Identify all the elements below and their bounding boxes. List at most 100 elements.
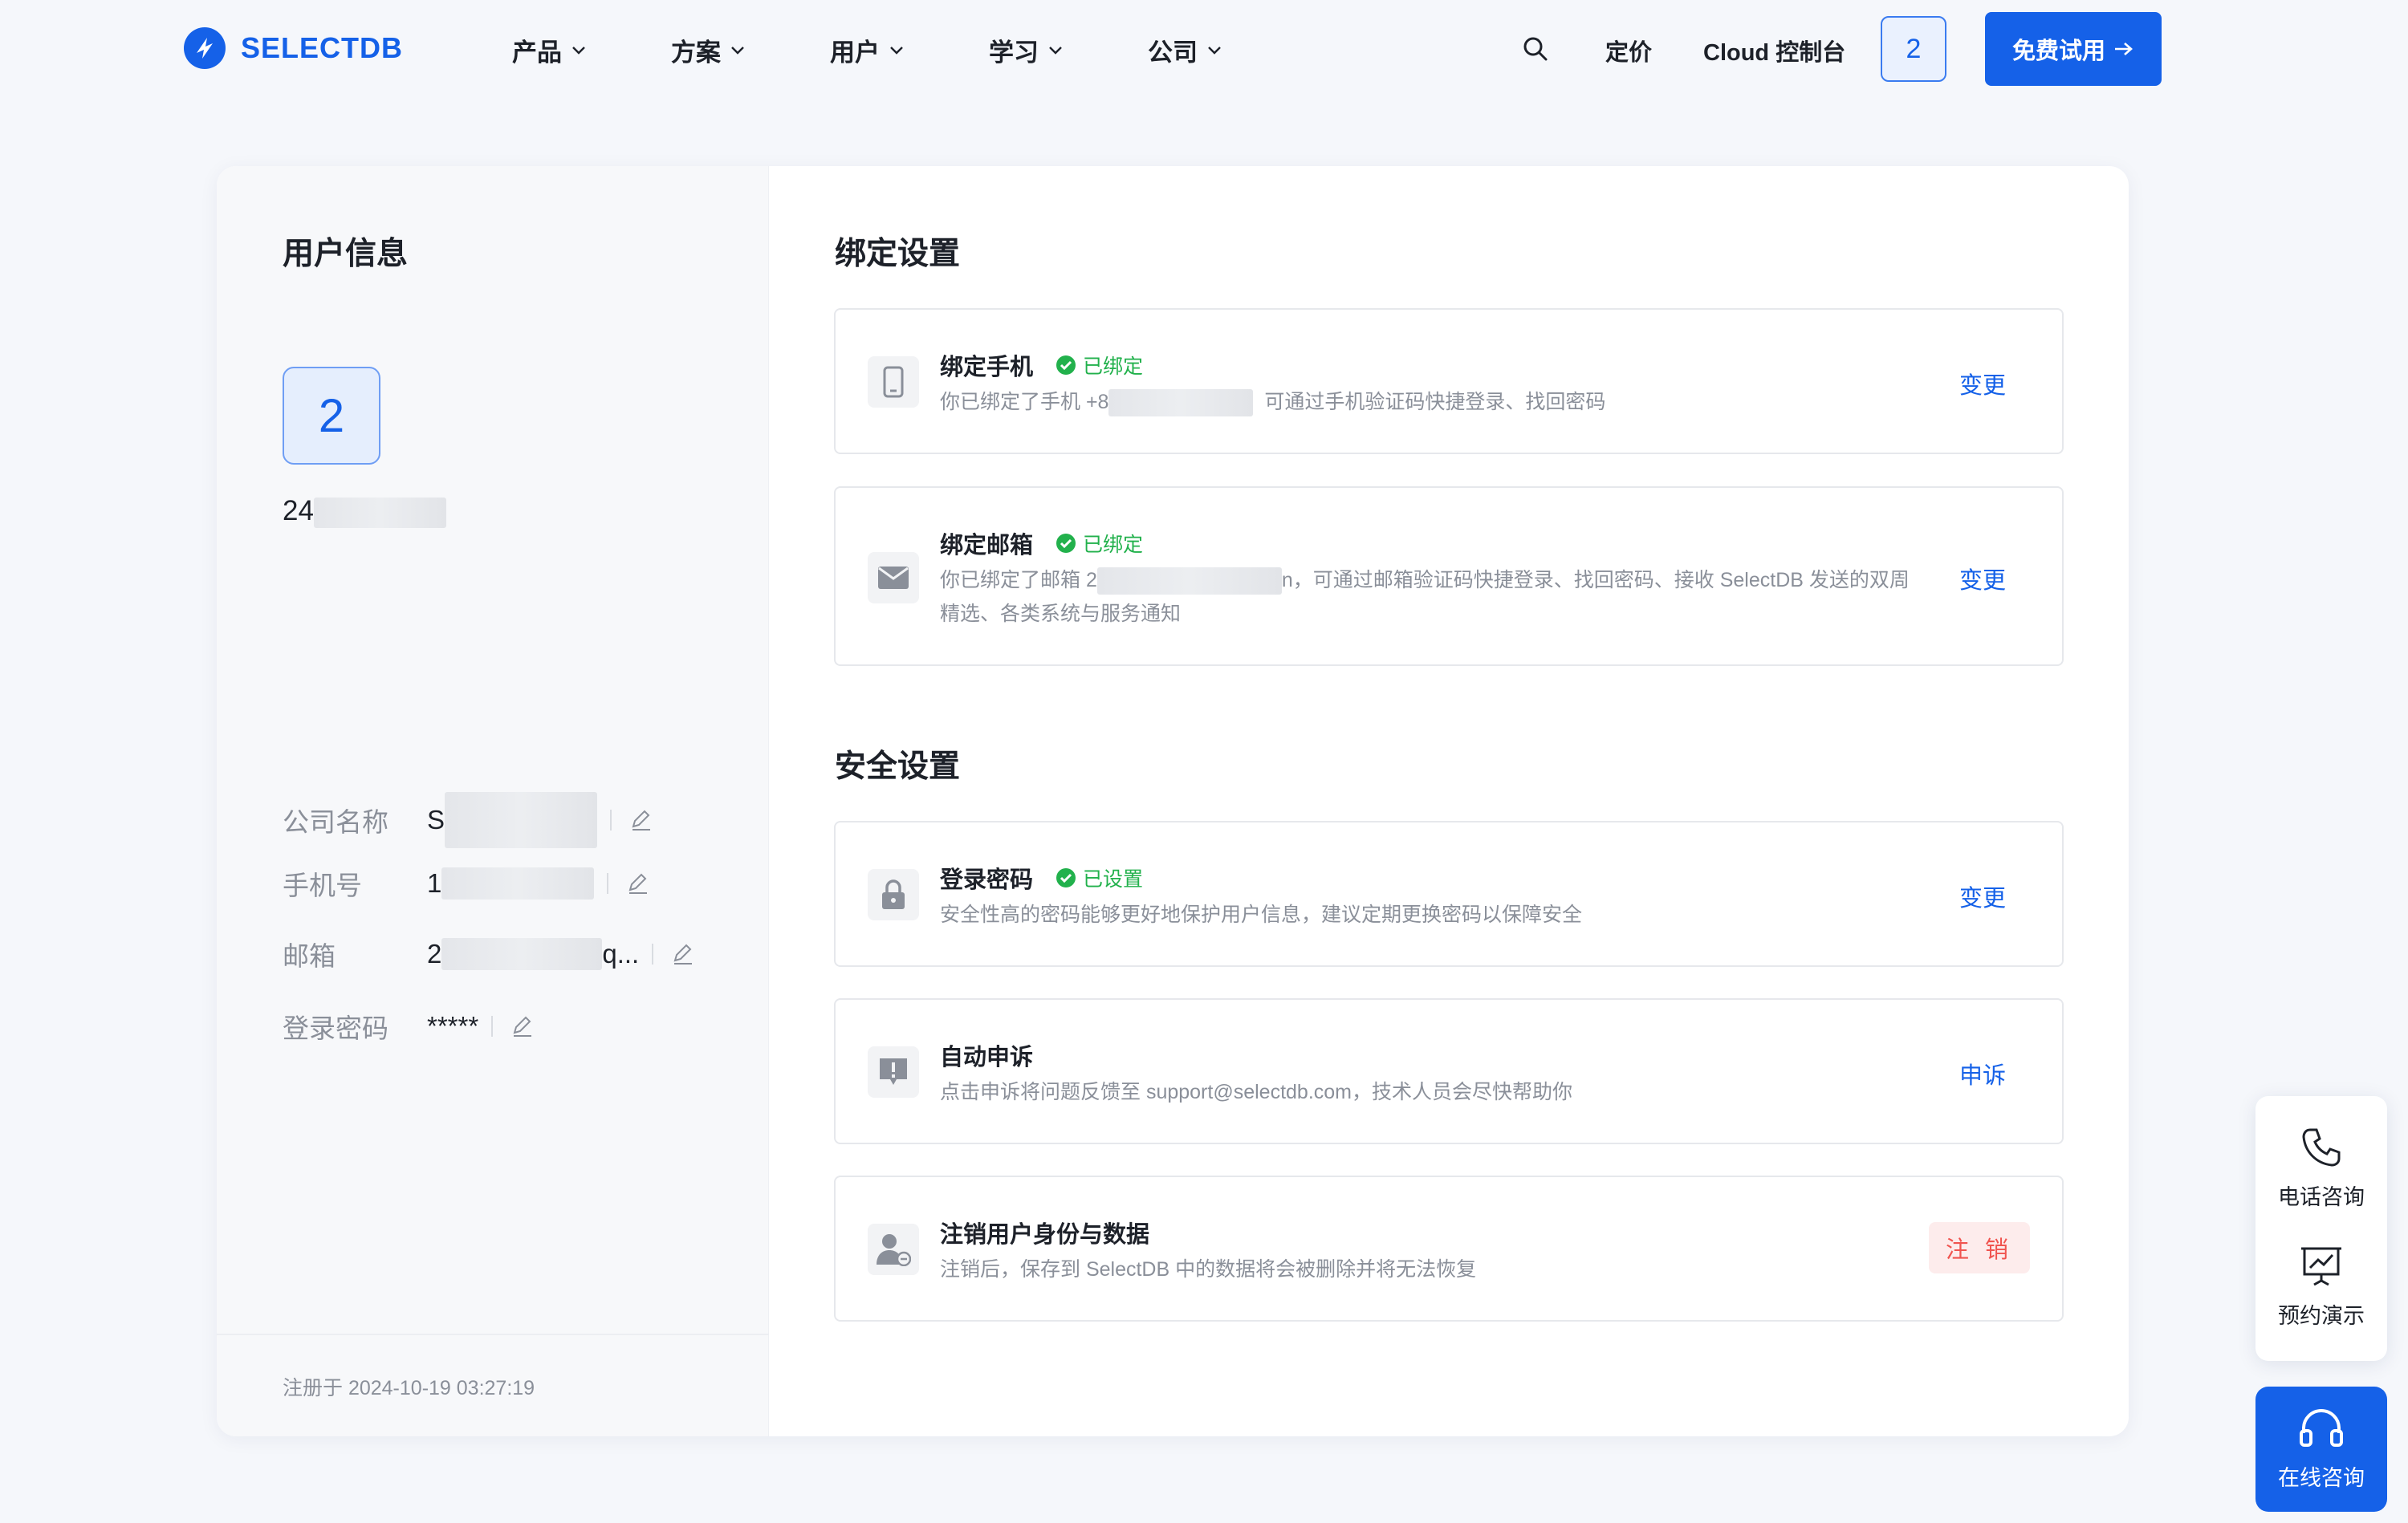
deactivate-label: 注销用户身份与数据 — [940, 1222, 1150, 1248]
search-icon[interactable] — [1522, 35, 1549, 63]
password-mask: ***** — [427, 1011, 479, 1041]
phone-label: 手机号 — [283, 871, 362, 900]
check-circle-icon — [1056, 355, 1076, 375]
appeal-title: 自动申诉 — [940, 1038, 1033, 1072]
deactivate-title: 注销用户身份与数据 — [940, 1216, 1149, 1249]
user-info-title: 用户信息 — [283, 237, 409, 271]
appeal-label: 自动申诉 — [940, 1045, 1034, 1070]
email-truncated: q... — [602, 939, 640, 969]
arrow-right-icon — [2115, 43, 2133, 55]
menu-learn[interactable]: 学习 — [989, 32, 1063, 68]
menu-solutions[interactable]: 方案 — [671, 32, 745, 68]
chevron-down-icon — [572, 46, 585, 55]
menu-label: 用户 — [830, 39, 880, 67]
edit-phone-icon[interactable] — [626, 871, 650, 896]
desc-prefix: 你已绑定了邮箱 2 — [940, 569, 1097, 591]
security-settings-title: 安全设置 — [835, 749, 961, 784]
change-phone-button[interactable]: 变更 — [1959, 367, 2006, 400]
redacted-email — [441, 938, 603, 970]
divider — [491, 1016, 494, 1037]
bind-email-label: 绑定邮箱 — [940, 533, 1034, 558]
menu-customers[interactable]: 用户 — [830, 32, 904, 68]
book-demo-label: 预约演示 — [2278, 1304, 2365, 1328]
registration-time: 注册于 2024-10-19 03:27:19 — [283, 1377, 535, 1399]
edit-email-icon[interactable] — [671, 942, 695, 966]
deactivate-button[interactable]: 注 销 — [1929, 1222, 2030, 1273]
brand-logo[interactable]: SELECTDB — [183, 26, 403, 71]
divider — [607, 873, 609, 894]
free-trial-button[interactable]: 免费试用 — [1985, 12, 2162, 86]
online-consult-button[interactable]: 在线咨询 — [2255, 1387, 2387, 1512]
redacted-company — [445, 792, 598, 848]
menu-company[interactable]: 公司 — [1148, 32, 1222, 68]
phone-consult-button[interactable]: 电话咨询 — [2255, 1127, 2387, 1211]
password-label: 登录密码 — [283, 1013, 388, 1043]
password-row: 登录密码 ***** — [283, 1007, 535, 1046]
email-row: 邮箱 2 q... — [283, 935, 695, 973]
deactivate-card: 注销用户身份与数据 注销后，保存到 SelectDB 中的数据将会被删除并将无法… — [834, 1176, 2064, 1322]
chevron-down-icon — [1049, 46, 1062, 55]
chevron-down-icon — [1208, 46, 1221, 55]
user-avatar-button[interactable]: 2 — [1881, 16, 1946, 82]
free-trial-label: 免费试用 — [2011, 39, 2105, 64]
change-email-button[interactable]: 变更 — [1959, 562, 2006, 595]
password-card: 登录密码 已设置 安全性高的密码能够更好地保护用户信息，建议定期更换密码以保障安… — [834, 821, 2064, 967]
password-value: ***** — [427, 1011, 535, 1042]
footer-divider — [217, 1334, 769, 1335]
bind-email-title: 绑定邮箱 已绑定 — [940, 526, 1143, 560]
bind-phone-label: 绑定手机 — [940, 355, 1034, 380]
binding-settings-title: 绑定设置 — [835, 237, 961, 271]
password-label: 登录密码 — [940, 867, 1034, 893]
main-menu: 产品 方案 用户 学习 公司 — [512, 32, 1222, 68]
chevron-down-icon — [731, 46, 744, 55]
company-name-value: S — [427, 792, 653, 848]
menu-label: 产品 — [512, 39, 562, 67]
divider — [610, 810, 612, 831]
company-name-label: 公司名称 — [283, 807, 388, 837]
menu-products[interactable]: 产品 — [512, 32, 586, 68]
appeal-button[interactable]: 申诉 — [1959, 1057, 2006, 1090]
cloud-console-link[interactable]: Cloud 控制台 — [1703, 34, 1845, 67]
status-badge: 已绑定 — [1056, 351, 1143, 380]
pricing-link[interactable]: 定价 — [1605, 34, 1652, 67]
company-name-row: 公司名称 S — [283, 792, 653, 848]
redacted-username — [313, 497, 446, 528]
phone-icon — [868, 356, 919, 408]
status-badge: 已绑定 — [1056, 529, 1143, 558]
lock-icon — [868, 869, 919, 920]
appeal-card: 自动申诉 点击申诉将问题反馈至 support@selectdb.com，技术人… — [834, 998, 2064, 1144]
phone-visible: 1 — [427, 868, 442, 898]
status-text: 已绑定 — [1083, 534, 1144, 556]
change-password-button[interactable]: 变更 — [1959, 879, 2006, 913]
user-remove-icon — [868, 1224, 919, 1275]
username-visible: 24 — [283, 495, 314, 526]
divider — [652, 944, 654, 965]
redacted-phone — [1108, 389, 1254, 417]
account-settings-card: 用户信息 2 24 公司名称 S 手机号 1 邮箱 2 q... 登录密码 **… — [217, 166, 2129, 1436]
menu-label: 学习 — [989, 39, 1039, 67]
top-navigation: SELECTDB 产品 方案 用户 学习 公司 定价 Cloud 控制台 2 免… — [0, 0, 2408, 96]
email-label: 邮箱 — [283, 941, 336, 971]
status-text: 已绑定 — [1083, 355, 1144, 378]
presentation-chart-icon — [2301, 1247, 2341, 1286]
menu-label: 方案 — [671, 39, 721, 67]
bind-email-card: 绑定邮箱 已绑定 你已绑定了邮箱 2 n，可通过邮箱验证码快捷登录、找回密码、接收… — [834, 486, 2064, 666]
appeal-desc: 点击申诉将问题反馈至 support@selectdb.com，技术人员会尽快帮… — [940, 1081, 1573, 1103]
book-demo-button[interactable]: 预约演示 — [2255, 1245, 2387, 1330]
email-visible: 2 — [427, 939, 442, 969]
deactivate-desc: 注销后，保存到 SelectDB 中的数据将会被删除并将无法恢复 — [940, 1258, 1477, 1281]
status-badge: 已设置 — [1056, 863, 1143, 892]
status-text: 已设置 — [1083, 868, 1144, 891]
mail-icon — [868, 552, 919, 603]
phone-value: 1 — [427, 867, 650, 900]
desc-prefix: 你已绑定了手机 +8 — [940, 391, 1109, 413]
edit-company-icon[interactable] — [629, 808, 653, 832]
headset-icon — [2300, 1408, 2343, 1447]
online-consult-label: 在线咨询 — [2278, 1465, 2365, 1490]
settings-panel: 绑定设置 绑定手机 已绑定 你已绑定了手机 +8 可通过手机验证码快捷登录、找回… — [769, 166, 2129, 1436]
floating-contact-panel: 电话咨询 预约演示 — [2255, 1096, 2387, 1361]
phone-consult-label: 电话咨询 — [2278, 1185, 2365, 1209]
desc-suffix: 可通过手机验证码快捷登录、找回密码 — [1264, 391, 1606, 413]
edit-password-icon[interactable] — [510, 1014, 535, 1038]
alert-message-icon — [868, 1046, 919, 1098]
